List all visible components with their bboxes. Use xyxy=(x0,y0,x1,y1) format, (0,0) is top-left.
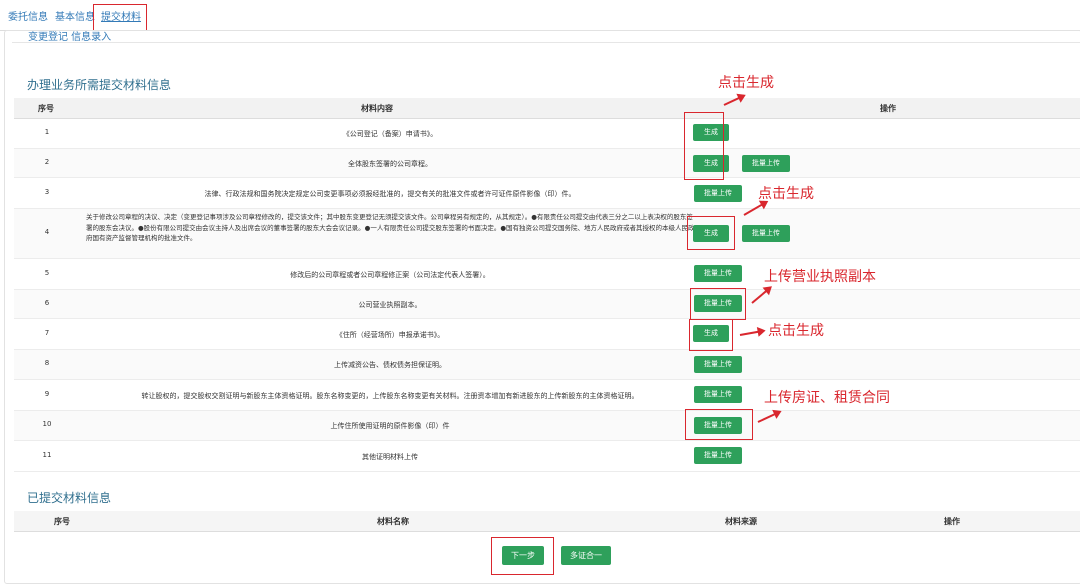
highlight-box-generate-4 xyxy=(687,216,735,250)
tab-basic-info[interactable]: 基本信息 xyxy=(55,8,95,23)
batch-upload-button-row5[interactable]: 批量上传 xyxy=(694,265,742,282)
row-number: 11 xyxy=(42,451,52,459)
highlight-box-generate-1-2 xyxy=(684,112,724,180)
row-content: 《住所（经营场所）申报承诺书》。 xyxy=(335,331,445,339)
header-content: 材料内容 xyxy=(361,104,393,113)
row-content: 修改后的公司章程或者公司章程修正案（公司法定代表人签署）。 xyxy=(290,271,490,279)
header-ops: 操作 xyxy=(880,104,896,113)
annotation-upload-lease: 上传房证、租赁合同 xyxy=(764,390,890,406)
table-row: 2 全体股东签署的公司章程。 xyxy=(14,149,1080,178)
annotation-click-generate-1: 点击生成 xyxy=(718,75,774,91)
row-number: 4 xyxy=(44,228,50,236)
table-row: 6 公司营业执照副本。 xyxy=(14,290,1080,319)
row-number: 10 xyxy=(42,420,52,428)
row-number: 5 xyxy=(44,269,50,277)
table-row: 5 修改后的公司章程或者公司章程修正案（公司法定代表人签署）。 xyxy=(14,259,1080,290)
row-content: 转让股权的，提交股权交割证明与新股东主体资格证明。股东名称变更的，上传股东名称变… xyxy=(141,392,639,400)
highlight-box-upload-10 xyxy=(685,409,753,440)
row-content: 《公司登记（备案）申请书》。 xyxy=(342,130,438,138)
row-content: 关于修改公司章程的决议、决定（变更登记事项涉及公司章程修改的，提交该文件；其中股… xyxy=(86,213,695,242)
row-content: 公司营业执照副本。 xyxy=(358,301,422,309)
tab-bar: 委托信息 基本信息 提交材料 xyxy=(0,0,1080,31)
multi-certificate-button[interactable]: 多证合一 xyxy=(561,546,611,565)
annotation-click-generate-3: 点击生成 xyxy=(768,323,824,339)
batch-upload-button-row8[interactable]: 批量上传 xyxy=(694,356,742,373)
row-number: 8 xyxy=(44,359,50,367)
table-row: 1 《公司登记（备案）申请书》。 xyxy=(14,119,1080,149)
row-number: 1 xyxy=(44,128,50,136)
table-row: 3 法律、行政法规和国务院决定规定公司变更事项必须报经批准的，提交有关的批准文件… xyxy=(14,178,1080,209)
row-content: 上传减资公告、债权债务担保证明。 xyxy=(334,361,446,369)
table-row: 8 上传减资公告、债权债务担保证明。 xyxy=(14,350,1080,380)
page-subtitle: 变更登记 信息录入 xyxy=(28,32,112,43)
batch-upload-button-row2[interactable]: 批量上传 xyxy=(742,155,790,172)
table-row: 7 《住所（经营场所）申报承诺书》。 xyxy=(14,319,1080,350)
section-title-required: 办理业务所需提交材料信息 xyxy=(27,78,172,92)
batch-upload-button-row3[interactable]: 批量上传 xyxy=(694,185,742,202)
header-source: 材料来源 xyxy=(725,517,757,526)
header-no: 序号 xyxy=(38,104,54,113)
row-number: 7 xyxy=(44,329,50,337)
table-row: 4 关于修改公司章程的决议、决定（变更登记事项涉及公司章程修改的，提交该文件；其… xyxy=(14,209,1080,259)
header-no: 序号 xyxy=(54,517,70,526)
row-content: 法律、行政法规和国务院决定规定公司变更事项必须报经批准的，提交有关的批准文件或者… xyxy=(204,190,576,198)
highlight-box-upload-6 xyxy=(690,288,746,320)
header-ops: 操作 xyxy=(944,517,960,526)
divider xyxy=(12,42,1080,43)
row-number: 9 xyxy=(44,390,50,398)
row-content: 其他证明材料上传 xyxy=(362,453,418,461)
highlight-box-generate-7 xyxy=(689,319,733,351)
table-header-required: 序号 材料内容 操作 xyxy=(14,98,1080,119)
row-content: 上传住所使用证明的原件影像（印）件 xyxy=(330,422,450,430)
highlight-box-next xyxy=(491,537,554,575)
table-header-submitted: 序号 材料名称 材料来源 操作 xyxy=(14,511,1080,532)
batch-upload-button-row9[interactable]: 批量上传 xyxy=(694,386,742,403)
section-title-submitted: 已提交材料信息 xyxy=(27,491,112,505)
table-row: 11 其他证明材料上传 xyxy=(14,441,1080,472)
annotation-upload-license: 上传营业执照副本 xyxy=(764,269,876,285)
row-number: 2 xyxy=(44,158,50,166)
batch-upload-button-row4[interactable]: 批量上传 xyxy=(742,225,790,242)
header-name: 材料名称 xyxy=(377,517,409,526)
row-content: 全体股东签署的公司章程。 xyxy=(348,160,432,168)
table-row: 10 上传住所使用证明的原件影像（印）件 xyxy=(14,411,1080,441)
row-number: 6 xyxy=(44,299,50,307)
batch-upload-button-row11[interactable]: 批量上传 xyxy=(694,447,742,464)
tab-entrust-info[interactable]: 委托信息 xyxy=(8,8,48,23)
table-row: 9 转让股权的，提交股权交割证明与新股东主体资格证明。股东名称变更的，上传股东名… xyxy=(14,380,1080,411)
row-number: 3 xyxy=(44,188,50,196)
